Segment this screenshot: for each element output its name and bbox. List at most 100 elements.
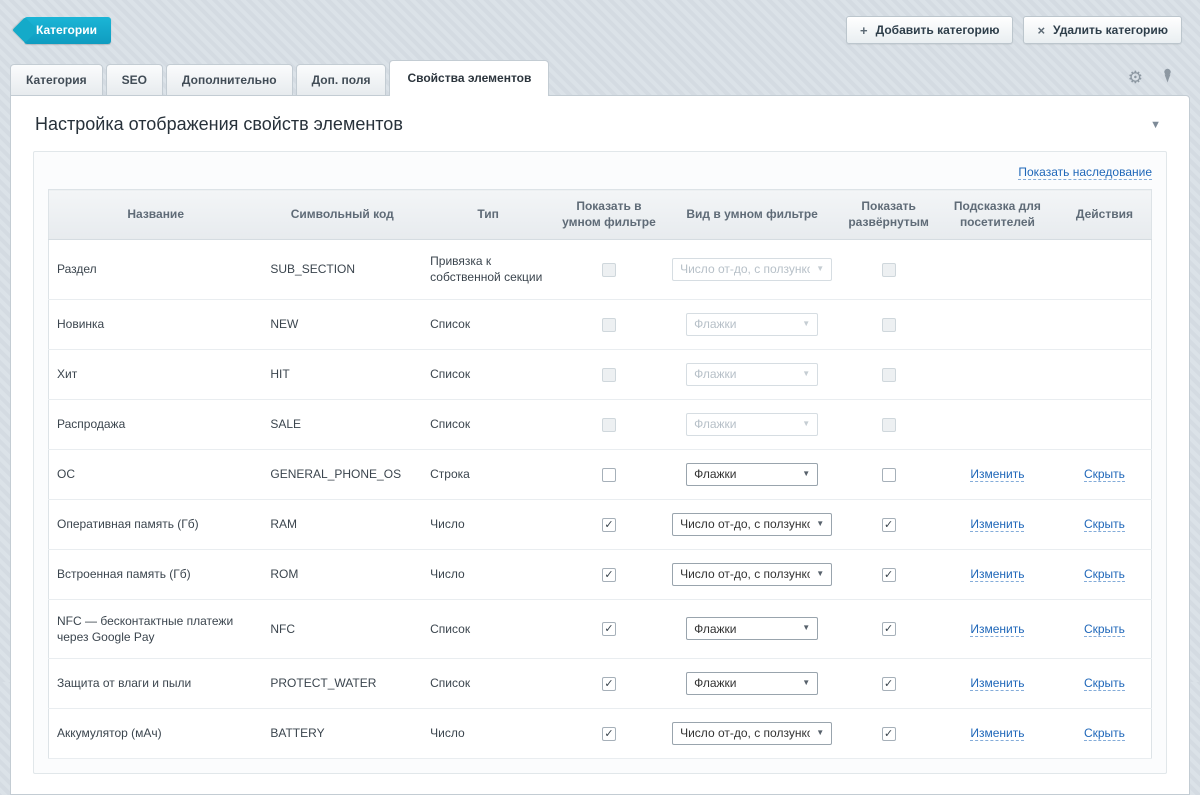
filter-view-value: Флажки <box>694 466 736 482</box>
edit-hint-link[interactable]: Изменить <box>970 567 1024 582</box>
filter-view-select[interactable]: Флажки▼ <box>686 463 818 486</box>
property-name-cell: NFC — бесконтактные платежи через Google… <box>49 599 263 658</box>
show-expanded-checkbox[interactable]: ✓ <box>882 568 896 582</box>
delete-category-button[interactable]: × Удалить категорию <box>1023 16 1182 44</box>
show-in-filter-cell <box>554 399 664 449</box>
show-in-filter-checkbox[interactable] <box>602 468 616 482</box>
filter-view-cell: Флажки▼ <box>664 599 840 658</box>
property-type-cell: Список <box>422 299 554 349</box>
actions-cell <box>1058 299 1152 349</box>
tab-bar: КатегорияSEOДополнительноДоп. поляСвойст… <box>10 60 1190 95</box>
filter-view-value: Флажки <box>694 366 736 382</box>
hide-action-link[interactable]: Скрыть <box>1084 517 1125 532</box>
actions-cell: Скрыть <box>1058 599 1152 658</box>
collapse-section-icon[interactable]: ▼ <box>1150 119 1165 131</box>
table-row: РаспродажаSALEСписокФлажки▼ <box>49 399 1152 449</box>
chevron-down-icon: ▼ <box>816 519 824 530</box>
property-type-cell: Привязка к собственной секции <box>422 240 554 299</box>
actions-cell: Скрыть <box>1058 658 1152 708</box>
property-type-cell: Список <box>422 599 554 658</box>
table-row: Оперативная память (Гб)RAMЧисло✓Число от… <box>49 499 1152 549</box>
filter-view-value: Флажки <box>694 316 736 332</box>
property-type-cell: Число <box>422 499 554 549</box>
table-row: РазделSUB_SECTIONПривязка к собственной … <box>49 240 1152 299</box>
show-expanded-cell <box>840 399 937 449</box>
hide-action-link[interactable]: Скрыть <box>1084 567 1125 582</box>
show-in-filter-checkbox <box>602 263 616 277</box>
filter-view-select[interactable]: Флажки▼ <box>686 617 818 640</box>
back-button-categories[interactable]: Категории <box>24 17 111 44</box>
edit-hint-link[interactable]: Изменить <box>970 726 1024 741</box>
show-expanded-cell: ✓ <box>840 549 937 599</box>
filter-view-value: Флажки <box>694 675 736 691</box>
hide-action-link[interactable]: Скрыть <box>1084 622 1125 637</box>
show-in-filter-checkbox <box>602 318 616 332</box>
show-expanded-checkbox[interactable]: ✓ <box>882 727 896 741</box>
actions-cell: Скрыть <box>1058 449 1152 499</box>
filter-view-select[interactable]: Флажки▼ <box>686 672 818 695</box>
tab-inactive[interactable]: Категория <box>10 64 103 95</box>
chevron-down-icon: ▼ <box>816 569 824 580</box>
property-code-cell: SALE <box>262 399 422 449</box>
property-name-cell: Раздел <box>49 240 263 299</box>
tab-inactive[interactable]: Дополнительно <box>166 64 293 95</box>
table-row: Защита от влаги и пылиPROTECT_WATERСписо… <box>49 658 1152 708</box>
show-expanded-cell <box>840 449 937 499</box>
show-expanded-checkbox[interactable]: ✓ <box>882 518 896 532</box>
show-in-filter-cell: ✓ <box>554 549 664 599</box>
actions-cell <box>1058 399 1152 449</box>
property-code-cell: HIT <box>262 349 422 399</box>
show-expanded-cell: ✓ <box>840 708 937 758</box>
visitor-hint-cell: Изменить <box>937 499 1058 549</box>
main-panel: Настройка отображения свойств элементов … <box>10 95 1190 795</box>
gear-icon[interactable]: ⚙ <box>1128 69 1143 86</box>
property-code-cell: ROM <box>262 549 422 599</box>
hide-action-link[interactable]: Скрыть <box>1084 726 1125 741</box>
show-expanded-cell <box>840 240 937 299</box>
show-in-filter-cell <box>554 349 664 399</box>
filter-view-select[interactable]: Число от-до, с ползунком▼ <box>672 563 832 586</box>
filter-view-select[interactable]: Число от-до, с ползунком▼ <box>672 513 832 536</box>
edit-hint-link[interactable]: Изменить <box>970 676 1024 691</box>
add-category-label: Добавить категорию <box>876 23 1000 37</box>
filter-view-value: Число от-до, с ползунком <box>680 725 810 741</box>
hide-action-link[interactable]: Скрыть <box>1084 467 1125 482</box>
tab-bar-icons: ⚙ <box>1128 68 1190 95</box>
show-expanded-cell <box>840 349 937 399</box>
toolbar-actions: + Добавить категорию × Удалить категорию <box>846 16 1182 44</box>
add-category-button[interactable]: + Добавить категорию <box>846 16 1013 44</box>
edit-hint-link[interactable]: Изменить <box>970 517 1024 532</box>
show-in-filter-cell: ✓ <box>554 708 664 758</box>
tab-active[interactable]: Свойства элементов <box>389 60 549 96</box>
show-in-filter-checkbox[interactable]: ✓ <box>602 677 616 691</box>
show-in-filter-checkbox[interactable]: ✓ <box>602 727 616 741</box>
show-inheritance-link[interactable]: Показать наследование <box>1018 165 1152 180</box>
show-in-filter-checkbox[interactable]: ✓ <box>602 518 616 532</box>
show-in-filter-checkbox <box>602 418 616 432</box>
hide-action-link[interactable]: Скрыть <box>1084 676 1125 691</box>
tab-inactive[interactable]: Доп. поля <box>296 64 387 95</box>
show-expanded-checkbox[interactable]: ✓ <box>882 622 896 636</box>
show-in-filter-checkbox[interactable]: ✓ <box>602 568 616 582</box>
tab-inactive[interactable]: SEO <box>106 64 163 95</box>
show-expanded-checkbox <box>882 418 896 432</box>
property-code-cell: NFC <box>262 599 422 658</box>
table-row: NFC — бесконтактные платежи через Google… <box>49 599 1152 658</box>
visitor-hint-cell <box>937 399 1058 449</box>
visitor-hint-cell <box>937 299 1058 349</box>
actions-cell <box>1058 349 1152 399</box>
filter-view-cell: Флажки▼ <box>664 449 840 499</box>
show-expanded-checkbox <box>882 318 896 332</box>
pin-icon[interactable] <box>1161 68 1174 86</box>
filter-view-select[interactable]: Число от-до, с ползунком▼ <box>672 722 832 745</box>
edit-hint-link[interactable]: Изменить <box>970 467 1024 482</box>
show-expanded-cell: ✓ <box>840 499 937 549</box>
table-row: НовинкаNEWСписокФлажки▼ <box>49 299 1152 349</box>
property-name-cell: Распродажа <box>49 399 263 449</box>
chevron-down-icon: ▼ <box>802 319 810 330</box>
edit-hint-link[interactable]: Изменить <box>970 622 1024 637</box>
show-in-filter-checkbox[interactable]: ✓ <box>602 622 616 636</box>
show-expanded-checkbox[interactable] <box>882 468 896 482</box>
show-expanded-checkbox[interactable]: ✓ <box>882 677 896 691</box>
property-name-cell: Встроенная память (Гб) <box>49 549 263 599</box>
